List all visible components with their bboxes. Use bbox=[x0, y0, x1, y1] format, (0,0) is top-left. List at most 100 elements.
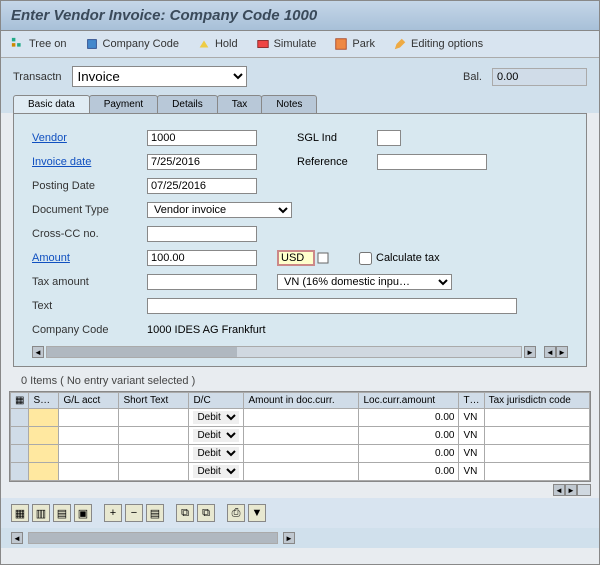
vendor-label[interactable]: Vendor bbox=[32, 132, 147, 144]
sgl-ind-input[interactable] bbox=[377, 130, 401, 146]
amount-input[interactable] bbox=[147, 250, 257, 266]
park-button[interactable]: Park bbox=[334, 37, 375, 51]
glacct-cell[interactable] bbox=[59, 427, 119, 445]
row-selector[interactable] bbox=[11, 409, 29, 427]
tax-cell[interactable]: VN bbox=[459, 463, 484, 481]
tax-amount-input[interactable] bbox=[147, 274, 257, 290]
tb-7[interactable]: ▤ bbox=[146, 504, 164, 522]
tax-code-select[interactable]: VN (16% domestic inpu… bbox=[277, 274, 452, 290]
col-sel[interactable]: S… bbox=[29, 393, 59, 409]
tab-basic-data[interactable]: Basic data bbox=[13, 95, 90, 113]
tb-9[interactable]: ⧉ bbox=[197, 504, 215, 522]
posting-date-label: Posting Date bbox=[32, 180, 147, 192]
col-short-text[interactable]: Short Text bbox=[119, 393, 189, 409]
calculate-tax-checkbox[interactable]: Calculate tax bbox=[359, 252, 440, 265]
glacct-cell[interactable] bbox=[59, 445, 119, 463]
scroll-right2-button[interactable]: ► bbox=[556, 346, 568, 358]
dc-cell[interactable]: Debit bbox=[189, 409, 244, 427]
tb-11[interactable]: ▼ bbox=[248, 504, 266, 522]
invoice-date-input[interactable] bbox=[147, 154, 257, 170]
tab-tax[interactable]: Tax bbox=[217, 95, 263, 113]
glacct-cell[interactable] bbox=[59, 463, 119, 481]
editing-options-button[interactable]: Editing options bbox=[393, 37, 483, 51]
amount-doc-cell[interactable] bbox=[244, 427, 359, 445]
status-cell[interactable] bbox=[29, 427, 59, 445]
search-help-icon[interactable] bbox=[317, 252, 329, 264]
short-text-cell[interactable] bbox=[119, 463, 189, 481]
dc-cell[interactable]: Debit bbox=[189, 427, 244, 445]
footer-left[interactable]: ◄ bbox=[11, 532, 23, 544]
glacct-cell[interactable] bbox=[59, 409, 119, 427]
grid-scroll-left[interactable]: ◄ bbox=[553, 484, 565, 496]
tb-10[interactable]: ⎙ bbox=[227, 504, 245, 522]
company-code-button[interactable]: Company Code bbox=[85, 37, 179, 51]
tax-cell[interactable]: VN bbox=[459, 445, 484, 463]
tb-8[interactable]: ⧉ bbox=[176, 504, 194, 522]
simulate-button[interactable]: Simulate bbox=[256, 37, 317, 51]
jurisdiction-cell[interactable] bbox=[484, 427, 589, 445]
scroll-left-button[interactable]: ◄ bbox=[32, 346, 44, 358]
status-cell[interactable] bbox=[29, 445, 59, 463]
loc-amount-cell[interactable]: 0.00 bbox=[359, 427, 459, 445]
crosscc-input[interactable] bbox=[147, 226, 257, 242]
tb-2[interactable]: ▥ bbox=[32, 504, 50, 522]
amount-doc-cell[interactable] bbox=[244, 409, 359, 427]
col-jurisdiction[interactable]: Tax jurisdictn code bbox=[484, 393, 589, 409]
transaction-select[interactable]: Invoice bbox=[72, 66, 247, 87]
title-bar: Enter Vendor Invoice: Company Code 1000 bbox=[1, 1, 599, 31]
dc-cell[interactable]: Debit bbox=[189, 445, 244, 463]
panel-scrollbar[interactable]: ◄ ► ◄ ► bbox=[32, 346, 568, 358]
loc-amount-cell[interactable]: 0.00 bbox=[359, 445, 459, 463]
text-input[interactable] bbox=[147, 298, 517, 314]
short-text-cell[interactable] bbox=[119, 409, 189, 427]
col-select-all[interactable]: ▦ bbox=[11, 393, 29, 409]
jurisdiction-cell[interactable] bbox=[484, 409, 589, 427]
col-dc[interactable]: D/C bbox=[189, 393, 244, 409]
tax-cell[interactable]: VN bbox=[459, 427, 484, 445]
status-cell[interactable] bbox=[29, 409, 59, 427]
scroll-right-button[interactable]: ► bbox=[524, 346, 536, 358]
loc-amount-cell[interactable]: 0.00 bbox=[359, 463, 459, 481]
amount-doc-cell[interactable] bbox=[244, 445, 359, 463]
table-row: Debit 0.00VN bbox=[11, 445, 590, 463]
invoice-date-label[interactable]: Invoice date bbox=[32, 156, 147, 168]
hold-button[interactable]: Hold bbox=[197, 37, 238, 51]
jurisdiction-cell[interactable] bbox=[484, 445, 589, 463]
short-text-cell[interactable] bbox=[119, 445, 189, 463]
tab-notes[interactable]: Notes bbox=[261, 95, 317, 113]
tb-3[interactable]: ▤ bbox=[53, 504, 71, 522]
jurisdiction-cell[interactable] bbox=[484, 463, 589, 481]
doc-type-select[interactable]: Vendor invoice bbox=[147, 202, 292, 218]
tab-payment[interactable]: Payment bbox=[89, 95, 158, 113]
short-text-cell[interactable] bbox=[119, 427, 189, 445]
posting-date-input[interactable] bbox=[147, 178, 257, 194]
scroll-left2-button[interactable]: ◄ bbox=[544, 346, 556, 358]
grid-scroll-right[interactable]: ► bbox=[565, 484, 577, 496]
tree-on-button[interactable]: Tree on bbox=[11, 37, 67, 51]
footer-right[interactable]: ► bbox=[283, 532, 295, 544]
tab-details[interactable]: Details bbox=[157, 95, 218, 113]
reference-input[interactable] bbox=[377, 154, 487, 170]
dc-cell[interactable]: Debit bbox=[189, 463, 244, 481]
row-selector[interactable] bbox=[11, 445, 29, 463]
col-amount-doc[interactable]: Amount in doc.curr. bbox=[244, 393, 359, 409]
tb-5[interactable]: + bbox=[104, 504, 122, 522]
currency-input[interactable]: USD bbox=[277, 250, 315, 266]
status-cell[interactable] bbox=[29, 463, 59, 481]
col-loc-amount[interactable]: Loc.curr.amount bbox=[359, 393, 459, 409]
doc-type-label: Document Type bbox=[32, 204, 147, 216]
tree-icon bbox=[11, 37, 25, 51]
amount-label[interactable]: Amount bbox=[32, 252, 147, 264]
col-glacct[interactable]: G/L acct bbox=[59, 393, 119, 409]
col-tax[interactable]: T… bbox=[459, 393, 484, 409]
row-selector[interactable] bbox=[11, 463, 29, 481]
row-selector[interactable] bbox=[11, 427, 29, 445]
building-icon bbox=[85, 37, 99, 51]
tb-4[interactable]: ▣ bbox=[74, 504, 92, 522]
tb-6[interactable]: − bbox=[125, 504, 143, 522]
amount-doc-cell[interactable] bbox=[244, 463, 359, 481]
loc-amount-cell[interactable]: 0.00 bbox=[359, 409, 459, 427]
vendor-input[interactable] bbox=[147, 130, 257, 146]
tb-1[interactable]: ▦ bbox=[11, 504, 29, 522]
tax-cell[interactable]: VN bbox=[459, 409, 484, 427]
